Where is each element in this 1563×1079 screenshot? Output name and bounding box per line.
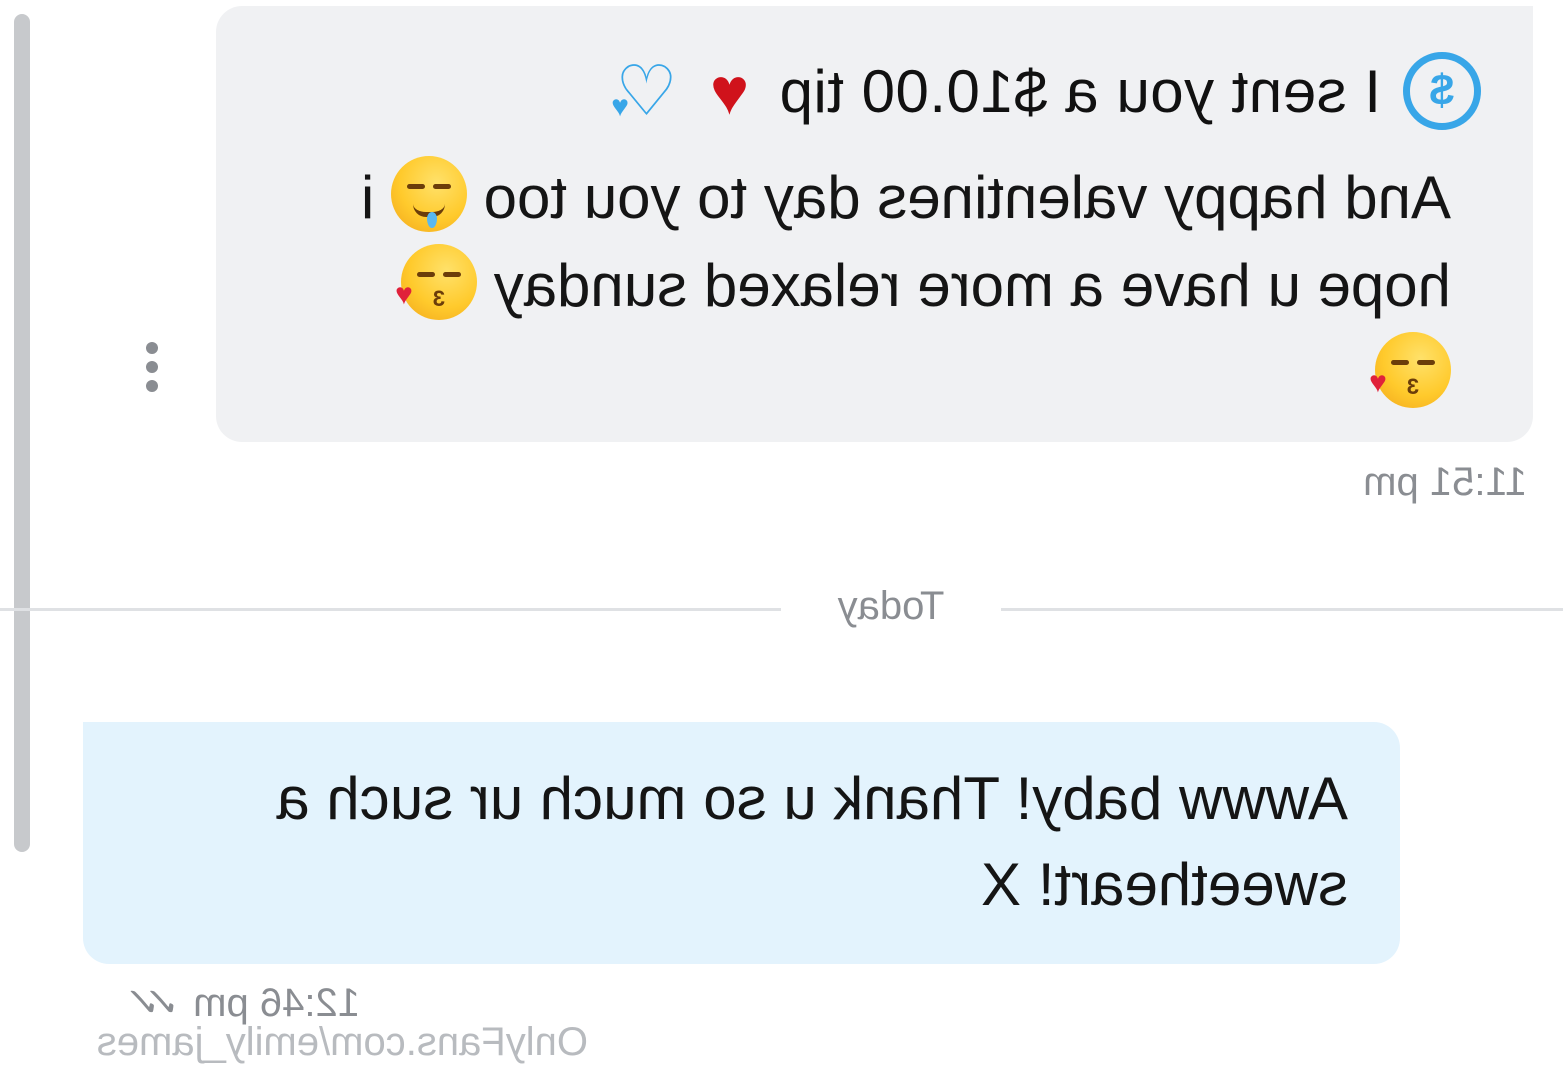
- message-line-2: hope u have a more relaxed sunday: [493, 252, 1451, 319]
- more-options-icon[interactable]: [139, 342, 165, 392]
- red-heart-icon: ♥: [709, 54, 750, 128]
- scrollbar[interactable]: [14, 14, 30, 852]
- tip-coin-symbol: $: [1429, 66, 1455, 115]
- watermark: OnlyFans.com/emily_james: [96, 1020, 588, 1064]
- divider-line: [1001, 608, 1563, 611]
- incoming-message-bubble: $ I sent you a $10.00 tip ♥ ♡ ♥ And happy…: [216, 6, 1533, 442]
- tip-row: $ I sent you a $10.00 tip ♥ ♡ ♥: [611, 48, 1481, 134]
- outgoing-message-bubble: Awww baby! Thank u so much ur such a swe…: [83, 722, 1400, 964]
- chat-view: $ I sent you a $10.00 tip ♥ ♡ ♥ And happy…: [0, 0, 1563, 1079]
- drooling-face-emoji: [390, 156, 467, 232]
- kissing-heart-emoji: 3 ♥: [395, 244, 478, 320]
- incoming-timestamp: 11:51 pm: [1363, 460, 1527, 504]
- message-line-1: And happy valentines day to you too: [483, 164, 1451, 231]
- small-heart-icon: ♥: [611, 90, 629, 123]
- message-text: And happy valentines day to you too i ho…: [231, 154, 1451, 418]
- divider-line: [0, 608, 781, 611]
- outgoing-timestamp: 12:46 pm: [193, 980, 360, 1025]
- tip-text: I sent you a $10.00 tip: [779, 57, 1381, 125]
- message-line-1-tail: i: [360, 164, 375, 231]
- like-heart-icon[interactable]: ♡ ♥: [611, 52, 678, 130]
- outgoing-message-text: Awww baby! Thank u so much ur such a swe…: [276, 765, 1348, 918]
- dollar-coin-icon: $: [1403, 52, 1481, 130]
- kissing-heart-emoji: 3 ♥: [1369, 332, 1451, 408]
- date-divider-label: Today: [837, 584, 945, 628]
